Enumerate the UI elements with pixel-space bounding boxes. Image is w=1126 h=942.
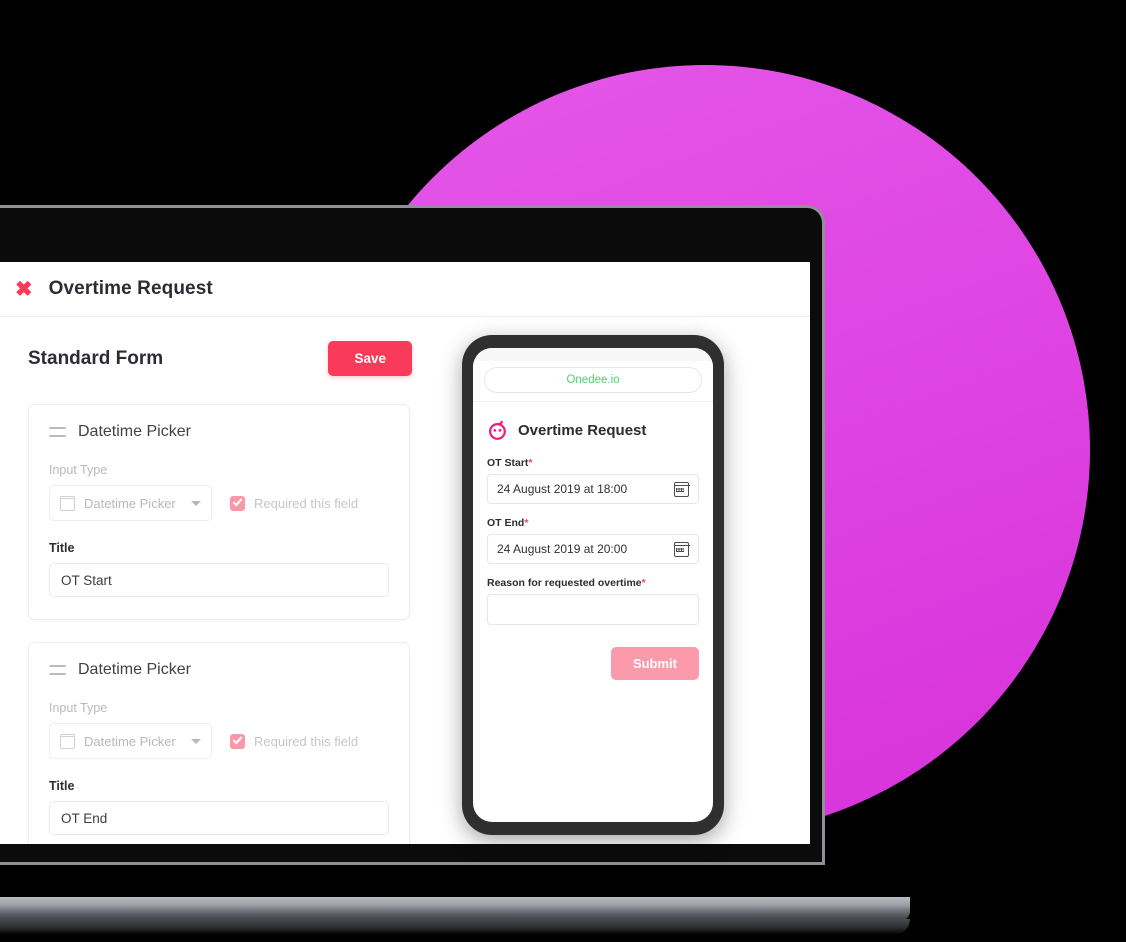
input-type-label: Input Type — [49, 463, 108, 477]
field-card[interactable]: Datetime Picker Input Type Datetime Pick… — [28, 642, 410, 844]
required-star: * — [641, 577, 646, 589]
field-card-header: Datetime Picker — [49, 423, 389, 441]
ot-end-label-text: OT End — [487, 517, 525, 529]
ot-end-value: 24 August 2019 at 20:00 — [497, 542, 628, 556]
ot-end-input[interactable]: 24 August 2019 at 20:00 — [487, 534, 699, 564]
save-button[interactable]: Save — [328, 341, 412, 376]
field-card-header: Datetime Picker — [49, 661, 389, 679]
phone-screen: Onedee.io Overtime Request OT Start* 24 … — [473, 348, 713, 822]
chevron-down-icon — [191, 500, 201, 506]
phone-page-title: Overtime Request — [518, 421, 647, 439]
app-header: ✖ Overtime Request — [0, 262, 810, 317]
onedee-logo-icon — [487, 419, 509, 441]
ot-start-label-text: OT Start — [487, 457, 529, 469]
browser-url-bar: Onedee.io — [473, 361, 713, 401]
ot-start-value: 24 August 2019 at 18:00 — [497, 482, 628, 496]
field-card[interactable]: Datetime Picker Input Type Datetime Pick… — [28, 404, 410, 620]
input-type-row: Datetime Picker Required this field — [49, 485, 389, 521]
submit-button[interactable]: Submit — [610, 647, 699, 680]
title-label: Title — [49, 541, 75, 555]
field-card-title: Datetime Picker — [78, 661, 191, 678]
input-type-select[interactable]: Datetime Picker — [49, 723, 212, 759]
input-type-row: Datetime Picker Required this field — [49, 723, 389, 759]
phone-content: Overtime Request OT Start* 24 August 201… — [473, 401, 713, 822]
form-heading: Standard Form — [28, 347, 164, 369]
title-label: Title — [49, 779, 75, 793]
calendar-icon[interactable] — [673, 541, 690, 557]
drag-handle-icon[interactable] — [49, 427, 66, 437]
url-text: Onedee.io — [566, 374, 620, 386]
required-checkbox[interactable] — [230, 733, 245, 749]
chevron-down-icon — [191, 738, 201, 744]
required-checkbox-row[interactable]: Required this field — [230, 495, 359, 511]
required-label: Required this field — [254, 733, 359, 749]
reason-label: Reason for requested overtime* — [487, 577, 699, 589]
laptop-base-shadow — [0, 919, 910, 935]
required-star: * — [524, 517, 529, 529]
required-checkbox-row[interactable]: Required this field — [230, 733, 359, 749]
title-input[interactable]: OT Start — [49, 563, 389, 597]
required-label: Required this field — [254, 495, 359, 511]
required-star: * — [528, 457, 533, 469]
reason-label-text: Reason for requested overtime — [487, 577, 642, 589]
form-toolbar: Standard Form Save — [28, 341, 412, 376]
close-icon[interactable]: ✖ — [15, 279, 33, 300]
brand-row: Overtime Request — [487, 419, 699, 441]
required-checkbox[interactable] — [230, 495, 245, 511]
input-type-value: Datetime Picker — [84, 495, 176, 511]
ot-start-label: OT Start* — [487, 457, 699, 469]
laptop-base — [0, 897, 910, 921]
input-type-value: Datetime Picker — [84, 733, 176, 749]
drag-handle-icon[interactable] — [49, 665, 66, 675]
phone-mockup: Onedee.io Overtime Request OT Start* 24 … — [462, 335, 724, 835]
input-type-select[interactable]: Datetime Picker — [49, 485, 212, 521]
input-type-label: Input Type — [49, 701, 108, 715]
page-title: Overtime Request — [48, 278, 213, 299]
ot-start-input[interactable]: 24 August 2019 at 18:00 — [487, 474, 699, 504]
phone-status-bar — [473, 348, 713, 361]
calendar-icon[interactable] — [673, 481, 690, 497]
field-card-title: Datetime Picker — [78, 423, 191, 440]
calendar-icon — [59, 733, 76, 749]
url-pill[interactable]: Onedee.io — [484, 367, 702, 393]
ot-end-label: OT End* — [487, 517, 699, 529]
title-input[interactable]: OT End — [49, 801, 389, 835]
calendar-icon — [59, 495, 76, 511]
submit-row: Submit — [487, 647, 699, 680]
reason-input[interactable] — [487, 594, 699, 625]
